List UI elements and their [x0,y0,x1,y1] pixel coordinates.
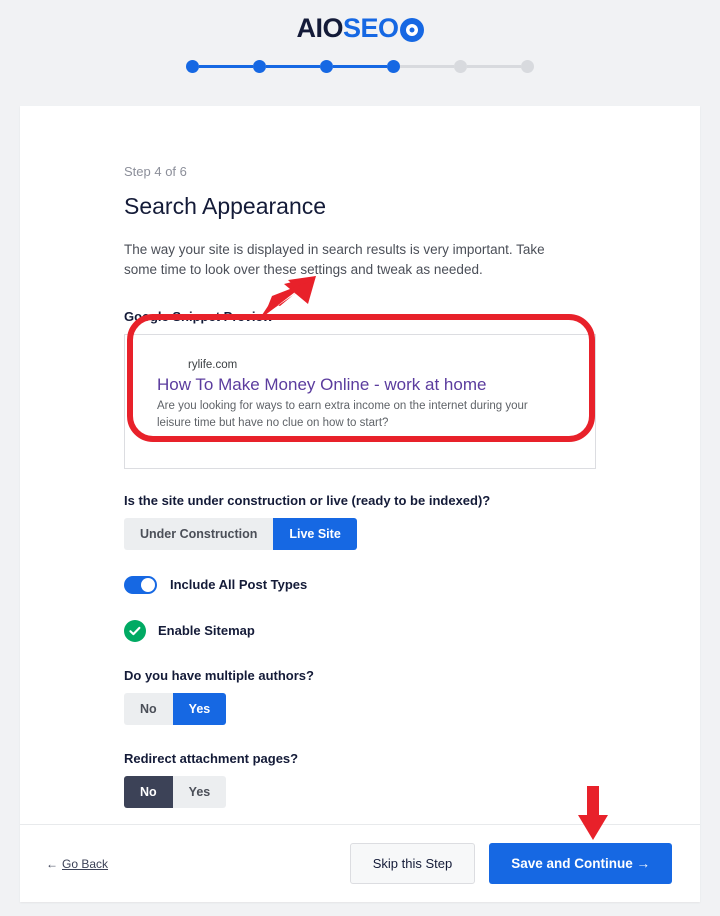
segmented-control-multiple-authors: No Yes [124,692,227,725]
option-live-site[interactable]: Live Site [273,517,357,550]
step-dot-3[interactable] [320,60,333,73]
option-authors-yes[interactable]: Yes [172,692,227,725]
step-counter: Step 4 of 6 [124,164,187,179]
step-dot-4[interactable] [387,60,400,73]
question-label-redirect-attachments: Redirect attachment pages? [124,750,299,766]
wizard-footer: ← Go Back Skip this Step Save and Contin… [20,824,700,902]
step-dot-6[interactable] [521,60,534,73]
wizard-card: Step 4 of 6 Search Appearance The way yo… [20,106,700,902]
checkmark-icon[interactable] [124,619,146,642]
question-label-multiple-authors: Do you have multiple authors? [124,667,314,683]
brand-logo: AIO SEO [0,10,720,46]
snippet-preview-label: Google Snippet Preview [124,309,273,325]
intro-text: The way your site is displayed in search… [124,242,545,277]
segmented-control-site-status: Under Construction Live Site [124,517,357,550]
question-label-site-status: Is the site under construction or live (… [124,492,491,508]
toggle-knob [141,577,155,592]
google-snippet-preview: rylife.com How To Make Money Online - wo… [124,334,596,469]
wizard-card-body: Step 4 of 6 Search Appearance The way yo… [20,106,700,824]
snippet-description: Are you looking for ways to earn extra i… [157,400,528,430]
snippet-title[interactable]: How To Make Money Online - work at home [157,374,563,395]
toggle-switch-include-post-types[interactable] [124,575,157,594]
back-arrow-icon: ← [46,856,58,871]
segmented-control-redirect-attachments: No Yes [124,775,227,808]
snippet-preview-zone: rylife.com How To Make Money Online - wo… [124,334,596,469]
page-title: Search Appearance [124,193,327,219]
snippet-url: rylife.com [188,359,238,372]
logo-text-aio: AIO [296,12,343,43]
go-back-label: Go Back [62,856,109,871]
step-dot-5[interactable] [454,60,467,73]
option-redirect-yes[interactable]: Yes [172,775,227,808]
step-line-2 [266,65,320,68]
option-redirect-no[interactable]: No [124,775,173,808]
gear-icon [399,18,424,42]
step-dot-2[interactable] [253,60,266,73]
checkbox-label-enable-sitemap: Enable Sitemap [158,623,255,639]
step-line-3 [333,65,387,68]
option-authors-no[interactable]: No [124,692,173,725]
step-line-1 [199,65,253,68]
skip-this-step-button[interactable]: Skip this Step [349,843,476,884]
option-under-construction[interactable]: Under Construction [124,517,274,550]
step-line-5 [467,65,521,68]
logo-text-seo: SEO [342,12,399,43]
progress-stepper [0,60,720,73]
step-dot-1[interactable] [186,60,199,73]
toggle-label-include-post-types: Include All Post Types [170,577,308,593]
onboarding-wizard-page: AIO SEO Step 4 of 6 Search Appearance Th… [0,0,720,916]
footer-actions: Skip this Step Save and Continue → [349,843,672,884]
setting-enable-sitemap[interactable]: Enable Sitemap [124,619,596,642]
step-line-4 [400,65,454,68]
go-back-link[interactable]: ← Go Back [46,857,108,871]
save-and-continue-button[interactable]: Save and Continue → [489,843,672,884]
setting-include-all-post-types[interactable]: Include All Post Types [124,575,596,594]
